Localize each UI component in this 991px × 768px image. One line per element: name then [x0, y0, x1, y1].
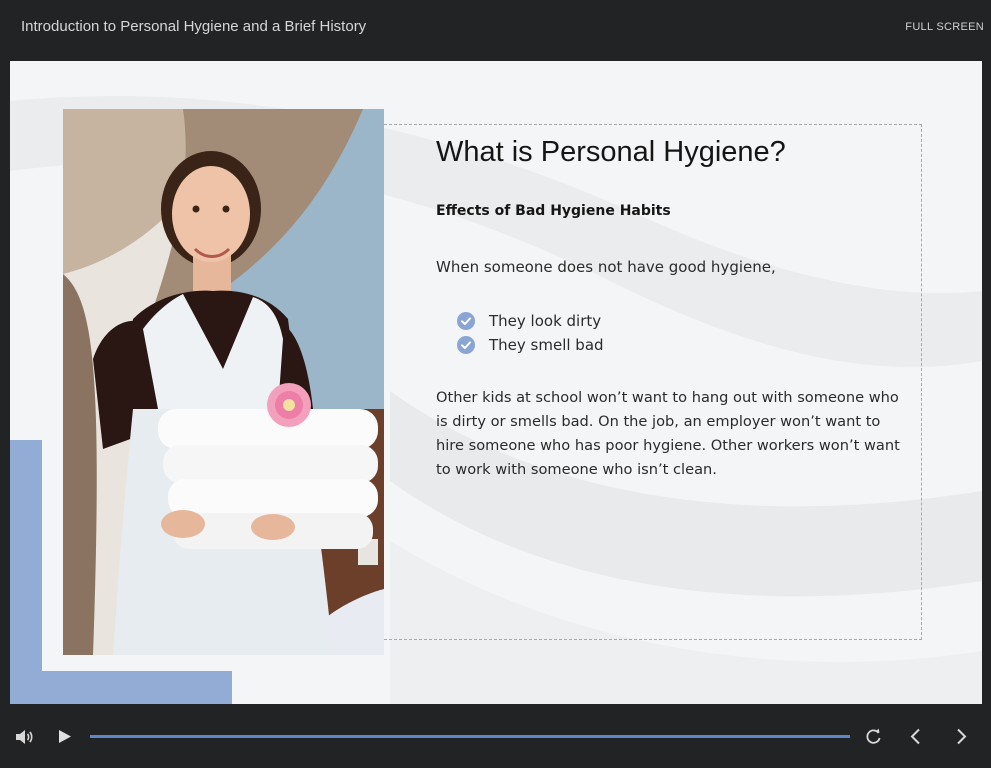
- progress-fill: [90, 735, 850, 738]
- intro-text: When someone does not have good hygiene,: [436, 258, 776, 276]
- fullscreen-button[interactable]: FULL SCREEN: [905, 21, 984, 33]
- course-title: Introduction to Personal Hygiene and a B…: [21, 18, 367, 35]
- progress-bar[interactable]: [90, 735, 850, 738]
- list-item: They look dirty: [457, 309, 604, 333]
- volume-icon[interactable]: [15, 729, 33, 745]
- list-item-label: They look dirty: [489, 312, 602, 330]
- top-bar: Introduction to Personal Hygiene and a B…: [0, 0, 991, 60]
- slide-photo: [63, 109, 384, 655]
- check-circle-icon: [457, 336, 475, 354]
- replay-icon[interactable]: [865, 728, 882, 745]
- slide: What is Personal Hygiene? Effects of Bad…: [10, 61, 982, 704]
- slide-subtitle: Effects of Bad Hygiene Habits: [436, 203, 671, 219]
- list-item-label: They smell bad: [489, 336, 604, 354]
- play-icon[interactable]: [58, 729, 72, 744]
- player-bar: [0, 705, 991, 768]
- content-frame: [384, 124, 922, 640]
- check-circle-icon: [457, 312, 475, 330]
- body-paragraph: Other kids at school won’t want to hang …: [436, 389, 900, 478]
- chevron-right-icon[interactable]: [956, 728, 968, 745]
- bullet-list: They look dirty They smell bad: [457, 309, 604, 357]
- list-item: They smell bad: [457, 333, 604, 357]
- chevron-left-icon[interactable]: [909, 728, 921, 745]
- slide-title: What is Personal Hygiene?: [436, 136, 786, 168]
